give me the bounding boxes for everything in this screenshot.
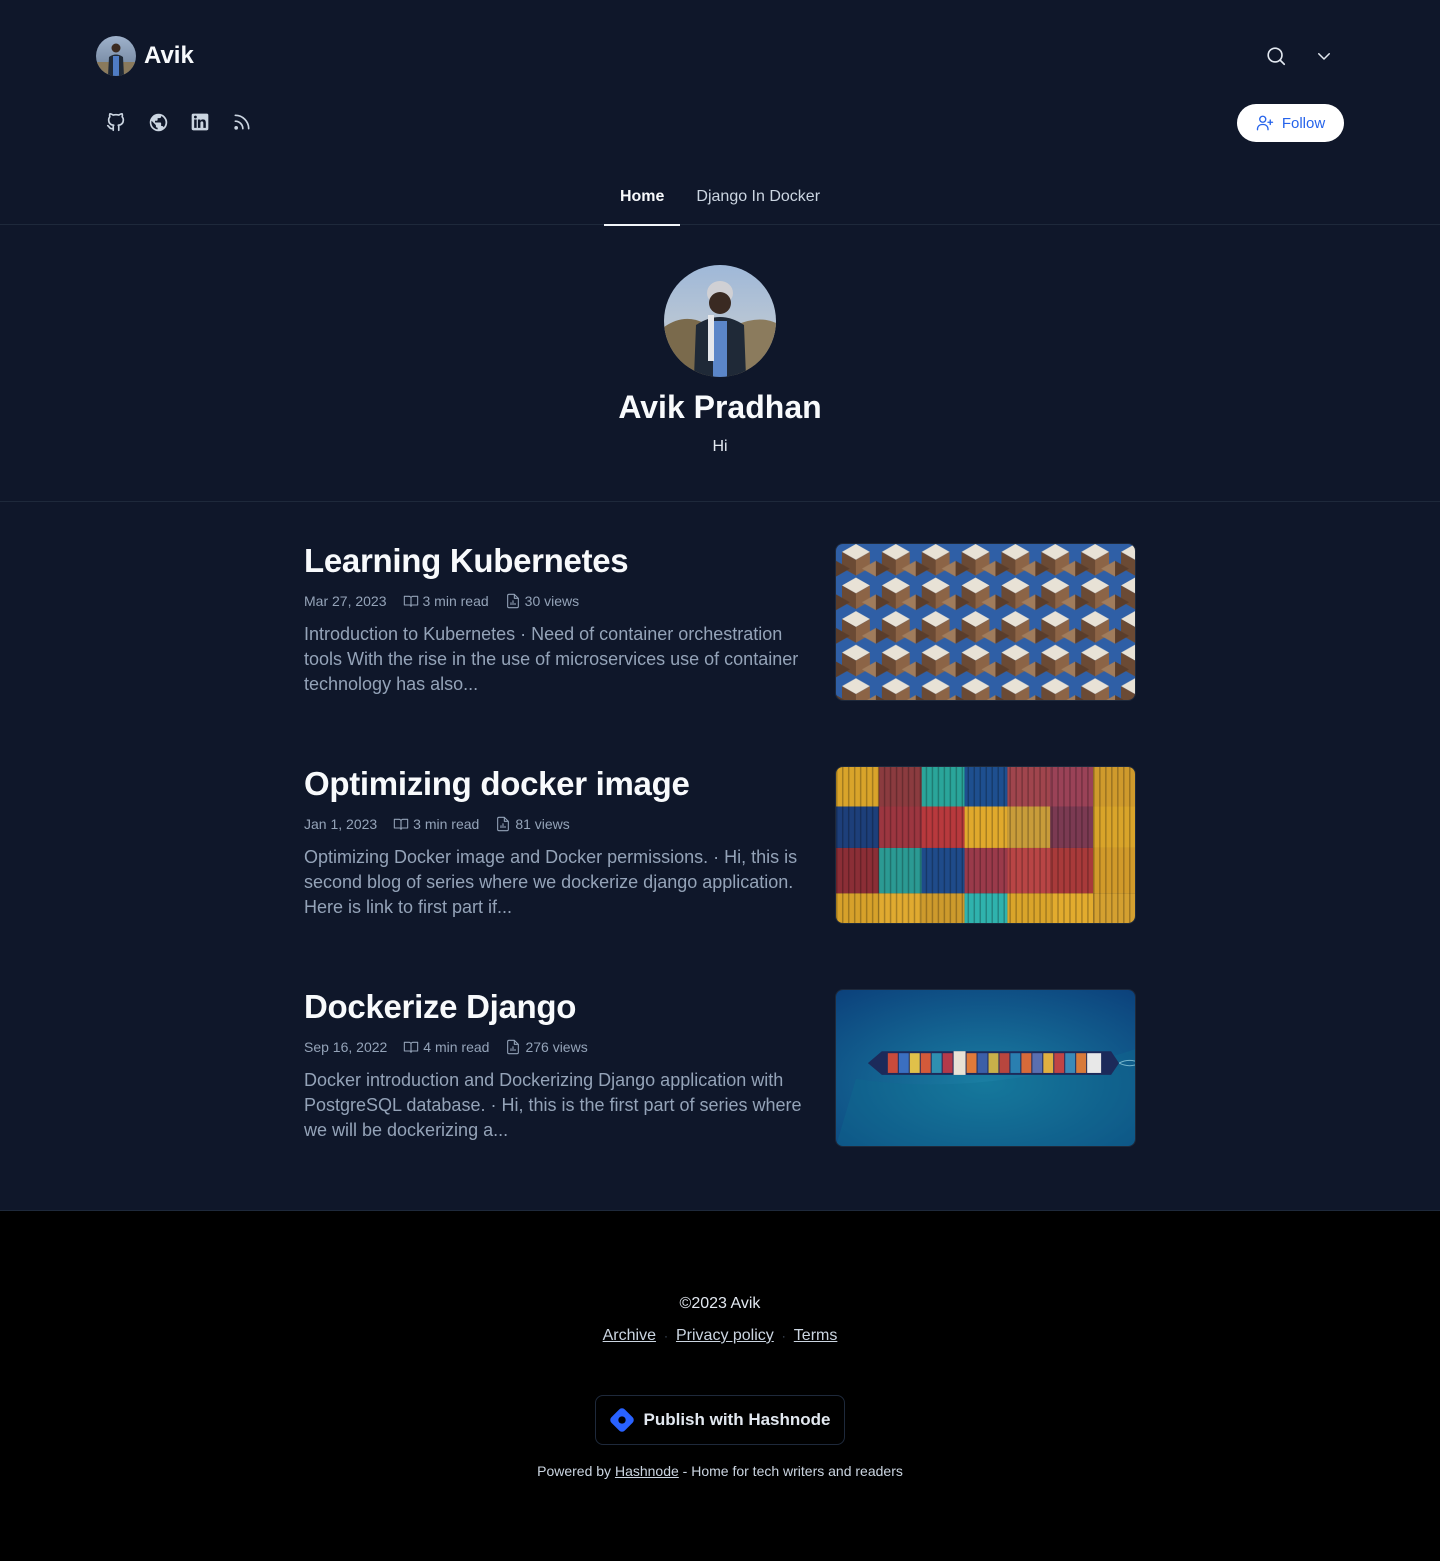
- brand-avatar: [96, 36, 136, 76]
- post-card: Learning Kubernetes Mar 27, 2023 3 min r…: [304, 543, 1136, 702]
- separator-dot: ·: [663, 1329, 668, 1343]
- post-title[interactable]: Dockerize Django: [304, 989, 576, 1025]
- follow-label: Follow: [1281, 114, 1326, 132]
- view-count: 276 views: [505, 1039, 588, 1055]
- github-icon: [106, 112, 125, 132]
- globe-icon: [149, 113, 167, 131]
- powered-by: Powered by Hashnode - Home for tech writ…: [0, 1461, 1440, 1481]
- chart-file-icon: [497, 816, 510, 832]
- powered-suffix: - Home for tech writers and readers: [682, 1463, 903, 1479]
- website-link[interactable]: [138, 102, 178, 142]
- brand-name: Avik: [144, 42, 194, 69]
- footer-links: Archive · Privacy policy · Terms: [0, 1325, 1440, 1347]
- view-count: 81 views: [495, 816, 570, 832]
- archive-link[interactable]: Archive: [603, 1325, 656, 1347]
- privacy-policy-link[interactable]: Privacy policy: [676, 1325, 774, 1347]
- powered-prefix: Powered by: [537, 1463, 612, 1479]
- post-title[interactable]: Learning Kubernetes: [304, 543, 629, 579]
- post-cover-image[interactable]: [835, 989, 1136, 1147]
- rss-link[interactable]: [222, 102, 262, 142]
- post-meta: Sep 16, 2022 4 min read 276 views: [304, 1037, 588, 1057]
- blog-header: Avik Follow Home Django In Docker: [0, 0, 1440, 226]
- chart-file-icon: [506, 593, 519, 609]
- book-icon: [393, 818, 409, 830]
- follow-button[interactable]: Follow: [1237, 104, 1344, 142]
- search-button[interactable]: [1256, 36, 1296, 76]
- publish-with-hashnode-button[interactable]: Publish with Hashnode: [595, 1395, 845, 1445]
- book-icon: [404, 1041, 419, 1053]
- blog-brand-link[interactable]: Avik: [96, 36, 194, 76]
- menu-toggle-button[interactable]: [1304, 36, 1344, 76]
- post-excerpt[interactable]: Docker introduction and Dockerizing Djan…: [304, 1068, 804, 1143]
- header-actions: [1256, 36, 1344, 76]
- chevron-down-icon: [1318, 53, 1330, 60]
- post-cover-image[interactable]: [835, 543, 1136, 701]
- view-count: 30 views: [505, 593, 579, 609]
- publish-label: Publish with Hashnode: [643, 1410, 831, 1429]
- hashnode-link[interactable]: Hashnode: [615, 1463, 679, 1479]
- blog-nav: Home Django In Docker: [0, 170, 1440, 226]
- read-time: 4 min read: [403, 1039, 489, 1055]
- linkedin-icon: [191, 113, 209, 131]
- post-date: Mar 27, 2023: [304, 593, 387, 609]
- user-plus-icon: [1256, 115, 1273, 131]
- blog-footer: ©2023 Avik Archive · Privacy policy · Te…: [0, 1210, 1440, 1561]
- read-time: 3 min read: [403, 593, 489, 609]
- search-icon: [1267, 47, 1286, 66]
- read-time: 3 min read: [393, 816, 479, 832]
- post-card: Optimizing docker image Jan 1, 2023 3 mi…: [304, 766, 1136, 925]
- post-date: Jan 1, 2023: [304, 816, 378, 832]
- author-name: Avik Pradhan: [618, 389, 822, 425]
- post-card: Dockerize Django Sep 16, 2022 4 min read…: [304, 989, 1136, 1148]
- author-bio: Hi: [712, 438, 728, 455]
- author-profile: Avik Pradhan Hi: [0, 225, 1440, 502]
- linkedin-link[interactable]: [180, 102, 220, 142]
- separator-dot: ·: [781, 1329, 786, 1343]
- tab-home[interactable]: Home: [603, 170, 681, 226]
- terms-link[interactable]: Terms: [794, 1325, 838, 1347]
- github-link[interactable]: [96, 102, 136, 142]
- post-meta: Jan 1, 2023 3 min read 81 views: [304, 814, 570, 834]
- post-excerpt[interactable]: Optimizing Docker image and Docker permi…: [304, 845, 804, 920]
- post-excerpt[interactable]: Introduction to Kubernetes · Need of con…: [304, 622, 804, 697]
- copyright-text: ©2023 Avik: [679, 1295, 761, 1312]
- post-cover-image[interactable]: [835, 766, 1136, 924]
- post-meta: Mar 27, 2023 3 min read 30 views: [304, 591, 579, 611]
- author-avatar: [664, 265, 776, 377]
- chart-file-icon: [507, 1039, 520, 1055]
- book-icon: [403, 595, 418, 607]
- hashnode-logo-icon: [610, 1408, 635, 1432]
- social-links: [96, 102, 262, 142]
- tab-django-in-docker[interactable]: Django In Docker: [680, 170, 836, 225]
- rss-icon: [234, 114, 250, 130]
- post-title[interactable]: Optimizing docker image: [304, 766, 690, 802]
- post-date: Sep 16, 2022: [304, 1039, 388, 1055]
